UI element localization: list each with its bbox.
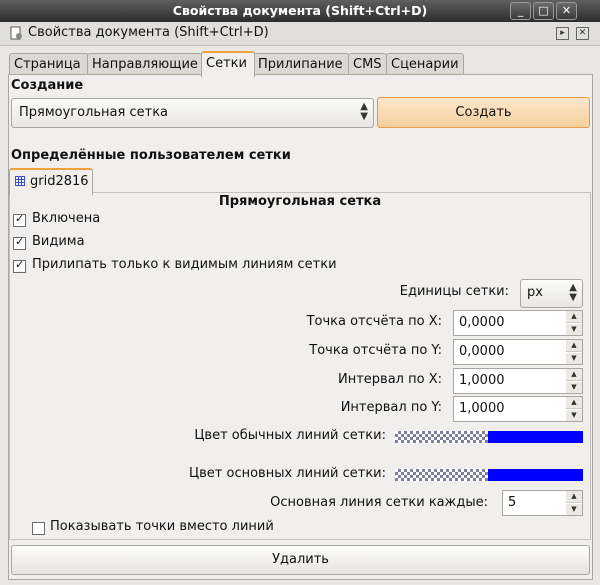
spacing-x-spinbutton[interactable]: 1,0000 ▲ ▼: [453, 368, 583, 394]
grid-type-combo[interactable]: Прямоугольная сетка ▲ ▼: [11, 98, 374, 128]
major-every-spinbutton[interactable]: 5 ▲ ▼: [502, 490, 583, 516]
spacing-y-value: 1,0000: [459, 401, 505, 416]
major-color-button[interactable]: [395, 469, 583, 481]
spacing-x-label: Интервал по X:: [338, 372, 442, 387]
updown-arrows-icon: ▲ ▼: [360, 101, 368, 122]
minor-color-label: Цвет обычных линий сетки:: [194, 428, 386, 443]
tab-page[interactable]: Страница: [9, 53, 89, 75]
updown-arrows-icon: ▲ ▼: [569, 282, 577, 303]
show-dots-checkbox[interactable]: [32, 522, 45, 535]
grid-settings-panel: [9, 192, 591, 540]
decrement-icon[interactable]: ▼: [566, 353, 582, 364]
origin-x-label: Точка отсчёта по X:: [306, 314, 442, 329]
increment-icon[interactable]: ▲: [566, 311, 582, 323]
create-button[interactable]: Создать: [377, 97, 590, 128]
delete-button[interactable]: Удалить: [11, 545, 590, 575]
dock-titlebar: Свойства документа (Shift+Ctrl+D) ▸ ✕: [0, 22, 600, 46]
close-icon[interactable]: ✕: [556, 2, 577, 20]
snap-visible-label: Прилипать только к видимым линиям сетки: [32, 257, 337, 272]
alpha-checker: [395, 469, 488, 481]
tab-cms[interactable]: CMS: [348, 53, 387, 75]
spacing-x-value: 1,0000: [459, 373, 505, 388]
origin-x-value: 0,0000: [459, 315, 505, 330]
grid-type-value: Прямоугольная сетка: [19, 105, 169, 120]
alpha-checker: [395, 431, 488, 443]
units-label: Единицы сетки:: [399, 284, 509, 299]
dock-title: Свойства документа (Shift+Ctrl+D): [28, 25, 269, 40]
minimize-icon[interactable]: _: [510, 2, 531, 20]
major-color-label: Цвет основных линий сетки:: [189, 466, 386, 481]
tab-scripts[interactable]: Сценарии: [386, 53, 464, 75]
decrement-icon[interactable]: ▼: [566, 324, 582, 335]
grid-panel-title: Прямоугольная сетка: [218, 194, 382, 209]
enabled-label: Включена: [32, 211, 101, 226]
major-color-swatch: [488, 469, 583, 481]
spacing-y-label: Интервал по Y:: [340, 400, 442, 415]
tab-snap[interactable]: Прилипание: [253, 53, 349, 75]
decrement-icon[interactable]: ▼: [566, 410, 582, 421]
increment-icon[interactable]: ▲: [566, 397, 582, 409]
maximize-icon[interactable]: □: [533, 2, 554, 20]
tab-guides[interactable]: Направляющие: [87, 53, 202, 75]
visible-label: Видима: [32, 234, 85, 249]
enabled-checkbox[interactable]: ✓: [13, 212, 26, 227]
grid-tab-label: grid2816: [30, 174, 89, 189]
dock-iconify-icon[interactable]: ▸: [556, 27, 569, 40]
minor-color-swatch: [488, 431, 583, 443]
snap-visible-checkbox[interactable]: ✓: [13, 258, 26, 273]
major-every-label: Основная линия сетки каждые:: [270, 495, 488, 510]
origin-y-spinbutton[interactable]: 0,0000 ▲ ▼: [453, 339, 583, 365]
increment-icon[interactable]: ▲: [566, 491, 582, 503]
visible-checkbox[interactable]: ✓: [13, 235, 26, 250]
tab-grids[interactable]: Сетки: [201, 51, 255, 77]
decrement-icon[interactable]: ▼: [566, 504, 582, 515]
user-grids-heading: Определённые пользователем сетки: [11, 148, 291, 163]
increment-icon[interactable]: ▲: [566, 369, 582, 381]
grid-icon: [15, 176, 25, 186]
origin-y-value: 0,0000: [459, 344, 505, 359]
units-value: px: [527, 285, 543, 300]
creation-heading: Создание: [11, 78, 84, 93]
minor-color-button[interactable]: [395, 431, 583, 443]
units-combo[interactable]: px ▲ ▼: [520, 279, 583, 308]
major-every-value: 5: [508, 495, 517, 510]
decrement-icon[interactable]: ▼: [566, 382, 582, 393]
increment-icon[interactable]: ▲: [566, 340, 582, 352]
tab-grid2816[interactable]: grid2816: [9, 168, 93, 195]
document-properties-icon: [10, 26, 22, 40]
window-titlebar: Свойства документа (Shift+Ctrl+D) _ □ ✕: [0, 0, 600, 22]
spacing-y-spinbutton[interactable]: 1,0000 ▲ ▼: [453, 396, 583, 422]
origin-y-label: Точка отсчёта по Y:: [309, 343, 442, 358]
dock-close-icon[interactable]: ✕: [576, 27, 589, 40]
show-dots-label: Показывать точки вместо линий: [50, 519, 274, 534]
origin-x-spinbutton[interactable]: 0,0000 ▲ ▼: [453, 310, 583, 336]
